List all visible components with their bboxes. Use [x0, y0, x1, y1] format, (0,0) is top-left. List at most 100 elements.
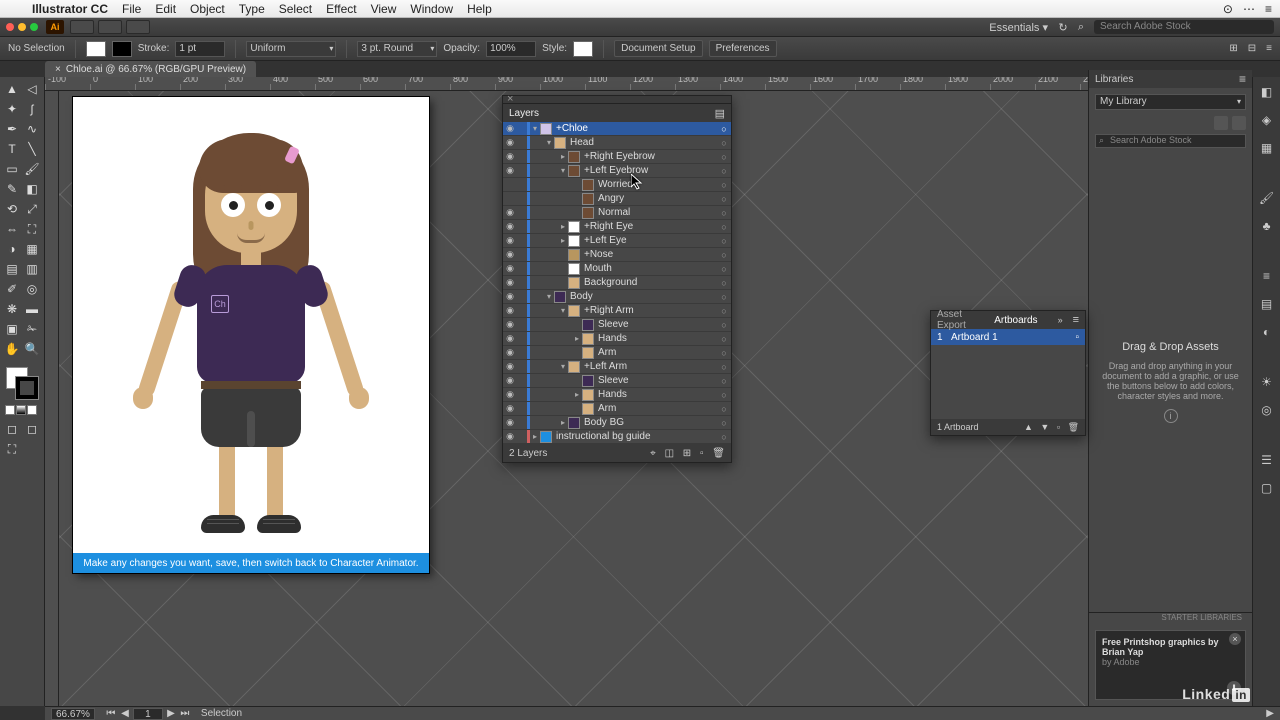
- vertical-ruler[interactable]: [45, 91, 59, 706]
- menu-window[interactable]: Window: [410, 2, 453, 16]
- layer-row[interactable]: ◉Arm○: [503, 346, 731, 360]
- layer-row[interactable]: Angry○: [503, 192, 731, 206]
- info-icon[interactable]: i: [1164, 409, 1178, 423]
- layers-panel[interactable]: Layers ▤ ◉▾+Chloe○◉▾Head○◉▸+Right Eyebro…: [502, 95, 732, 463]
- menu-help[interactable]: Help: [467, 2, 492, 16]
- artboard-index[interactable]: 1: [133, 708, 163, 720]
- visibility-toggle[interactable]: ◉: [503, 319, 517, 330]
- curvature-tool[interactable]: ∿: [22, 119, 42, 139]
- layer-name[interactable]: Arm: [598, 347, 717, 358]
- layer-row[interactable]: ◉▾Body○: [503, 290, 731, 304]
- search-icon[interactable]: ⌕: [1074, 20, 1088, 34]
- layer-name[interactable]: Body BG: [584, 417, 717, 428]
- libraries-menu-icon[interactable]: ≡: [1239, 72, 1246, 86]
- appearance-panel-icon[interactable]: ☀: [1258, 373, 1276, 391]
- menu-type[interactable]: Type: [239, 2, 265, 16]
- gradient-tool[interactable]: ▥: [22, 259, 42, 279]
- rotate-tool[interactable]: ⟲: [2, 199, 22, 219]
- gpu-performance-button[interactable]: [126, 20, 150, 34]
- menu-edit[interactable]: Edit: [155, 2, 176, 16]
- paintbrush-tool[interactable]: 🖌: [22, 159, 42, 179]
- target-icon[interactable]: ○: [717, 376, 731, 386]
- rectangle-tool[interactable]: ▭: [2, 159, 22, 179]
- fill-swatch[interactable]: [86, 41, 106, 57]
- make-clipping-mask-icon[interactable]: ◫: [665, 448, 674, 459]
- artboards-panel[interactable]: Asset Export Artboards » ≡ 1 Artboard 1 …: [930, 310, 1086, 436]
- layer-row[interactable]: ◉▸instructional bg guide○: [503, 430, 731, 444]
- visibility-toggle[interactable]: ◉: [503, 305, 517, 316]
- width-tool[interactable]: ⇔: [2, 219, 22, 239]
- visibility-toggle[interactable]: ◉: [503, 277, 517, 288]
- expand-arrow-icon[interactable]: ▸: [558, 418, 568, 427]
- menu-extras-icon[interactable]: ⋯: [1243, 2, 1255, 16]
- close-tab-icon[interactable]: ×: [55, 64, 61, 75]
- new-artboard-icon[interactable]: ▫: [1057, 422, 1060, 432]
- layer-name[interactable]: Worried: [598, 179, 717, 190]
- artboard-navigator[interactable]: ⏮ ◀ 1 ▶ ⏭: [105, 708, 191, 720]
- type-tool[interactable]: T: [2, 139, 22, 159]
- layer-name[interactable]: +Right Eye: [584, 221, 717, 232]
- visibility-toggle[interactable]: ◉: [503, 403, 517, 414]
- expand-arrow-icon[interactable]: ▾: [558, 306, 568, 315]
- visibility-toggle[interactable]: ◉: [503, 221, 517, 232]
- target-icon[interactable]: ○: [717, 404, 731, 414]
- layer-name[interactable]: Normal: [598, 207, 717, 218]
- draw-behind-icon[interactable]: ◻: [22, 419, 42, 439]
- expand-arrow-icon[interactable]: ▸: [572, 390, 582, 399]
- menu-file[interactable]: File: [122, 2, 141, 16]
- align-to-button[interactable]: [783, 41, 803, 57]
- free-transform-tool[interactable]: ⛶: [22, 219, 42, 239]
- new-sublayer-icon[interactable]: ⊞: [683, 448, 691, 459]
- library-search-input[interactable]: Search Adobe Stock: [1095, 134, 1246, 148]
- layer-row[interactable]: ◉+Nose○: [503, 248, 731, 262]
- visibility-toggle[interactable]: ◉: [503, 137, 517, 148]
- target-icon[interactable]: ○: [717, 152, 731, 162]
- none-mode-icon[interactable]: [27, 405, 37, 415]
- horizontal-ruler[interactable]: -100010020030040050060070080090010001100…: [45, 77, 1088, 91]
- layer-name[interactable]: +Right Arm: [584, 305, 717, 316]
- layer-row[interactable]: ◉ ▸ +Right Eyebrow○: [503, 150, 731, 164]
- layer-name[interactable]: +Left Eye: [584, 235, 717, 246]
- gradient-mode-icon[interactable]: [16, 405, 26, 415]
- layer-row[interactable]: ◉▾+Right Arm○: [503, 304, 731, 318]
- layer-name[interactable]: +Chloe: [556, 123, 717, 134]
- expand-arrow-icon[interactable]: ▸: [558, 152, 568, 161]
- library-selector[interactable]: My Library▾: [1095, 94, 1246, 110]
- visibility-toggle[interactable]: ◉: [503, 291, 517, 302]
- eraser-tool[interactable]: ◧: [22, 179, 42, 199]
- gradient-panel-icon[interactable]: ▤: [1258, 295, 1276, 313]
- layer-row[interactable]: ◉▸Body BG○: [503, 416, 731, 430]
- visibility-toggle[interactable]: ◉: [503, 151, 517, 162]
- target-icon[interactable]: ○: [717, 390, 731, 400]
- layer-name[interactable]: +Left Eyebrow: [584, 165, 717, 176]
- layer-name[interactable]: Angry: [598, 193, 717, 204]
- color-panel-icon[interactable]: ◈: [1258, 111, 1276, 129]
- target-icon[interactable]: ○: [717, 264, 731, 274]
- layer-row[interactable]: ◉▾+Left Eyebrow○: [503, 164, 731, 178]
- layer-name[interactable]: Arm: [598, 403, 717, 414]
- lasso-tool[interactable]: ʃ: [22, 99, 42, 119]
- direct-selection-tool[interactable]: ◁: [22, 79, 42, 99]
- zoom-level[interactable]: 66.67%: [51, 708, 95, 720]
- layer-row[interactable]: ◉▸+Right Eye○: [503, 220, 731, 234]
- artboards-panel-icon[interactable]: ▢: [1258, 479, 1276, 497]
- minimize-window-icon[interactable]: [18, 23, 26, 31]
- layer-row[interactable]: ◉▸Hands○: [503, 332, 731, 346]
- stroke-swatch[interactable]: [112, 41, 132, 57]
- target-icon[interactable]: ○: [717, 124, 731, 134]
- layer-name[interactable]: Head: [570, 137, 717, 148]
- slice-tool[interactable]: ✁: [22, 319, 42, 339]
- workspace-switcher[interactable]: Essentials ▾: [989, 21, 1048, 34]
- target-icon[interactable]: ○: [717, 222, 731, 232]
- color-mode-icon[interactable]: [5, 405, 15, 415]
- artboards-panel-menu-icon[interactable]: ≡: [1073, 314, 1079, 326]
- document-setup-button[interactable]: Document Setup: [614, 40, 703, 57]
- graphic-style-swatch[interactable]: [573, 41, 593, 57]
- target-icon[interactable]: ○: [717, 138, 731, 148]
- visibility-toggle[interactable]: ◉: [503, 361, 517, 372]
- layer-name[interactable]: +Right Eyebrow: [584, 151, 717, 162]
- mesh-tool[interactable]: ▤: [2, 259, 22, 279]
- layer-row[interactable]: ◉Sleeve○: [503, 318, 731, 332]
- spotlight-icon[interactable]: ⊙: [1223, 2, 1233, 16]
- layer-name[interactable]: Background: [584, 277, 717, 288]
